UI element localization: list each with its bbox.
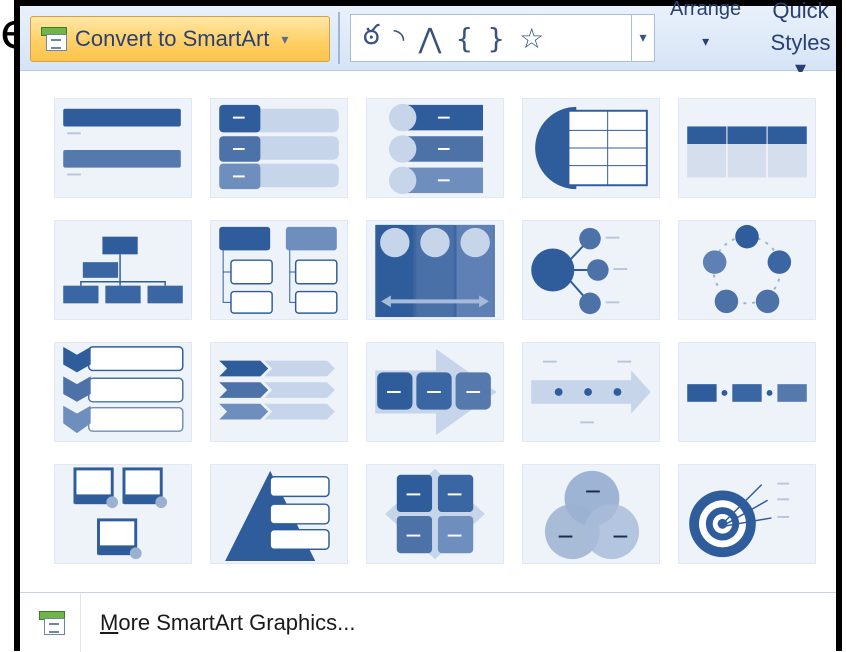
gallery-item-vertical-chevron-list[interactable]: [54, 342, 192, 442]
gallery-item-circle-arrow-table[interactable]: [522, 98, 660, 198]
gallery-item-chevron-list[interactable]: [210, 342, 348, 442]
smartart-gallery: [20, 72, 836, 592]
freeform-shape-icon[interactable]: ఠ: [363, 18, 380, 58]
ribbon-toolbar: Convert to SmartArt ▾ ఠ ◝ ⋀ { } ☆ ▾ Arra…: [20, 0, 836, 81]
left-brace-shape-icon[interactable]: {: [455, 22, 473, 55]
arrange-button[interactable]: Arrange ▾: [670, 0, 741, 52]
footer-divider: [80, 593, 81, 652]
gallery-item-basic-process[interactable]: [678, 342, 816, 442]
gallery-item-timeline-arrow[interactable]: [522, 342, 660, 442]
more-smartart-graphics-link[interactable]: More SmartArt Graphics...: [100, 610, 356, 636]
gallery-item-vertical-bullet-list[interactable]: [210, 98, 348, 198]
arrange-caret-icon: ▾: [702, 33, 710, 49]
wedge-shape-icon[interactable]: ⋀: [418, 22, 441, 55]
gallery-item-vertical-circle-list[interactable]: [366, 98, 504, 198]
shapes-gallery[interactable]: ఠ ◝ ⋀ { } ☆ ▾: [350, 14, 655, 62]
gallery-item-process-arrows[interactable]: [366, 342, 504, 442]
gallery-item-basic-venn[interactable]: [522, 464, 660, 564]
arrange-label: Arrange: [670, 0, 742, 20]
smartart-icon: [39, 610, 65, 635]
gallery-item-radial-list[interactable]: [522, 220, 660, 320]
more-smartart-footer[interactable]: More SmartArt Graphics...: [20, 592, 836, 652]
shapes-more-button[interactable]: ▾: [631, 15, 654, 61]
gallery-item-hierarchy-list[interactable]: [210, 220, 348, 320]
gallery-item-organization-chart[interactable]: [54, 220, 192, 320]
gallery-item-basic-cycle[interactable]: [678, 220, 816, 320]
ribbon-separator: [338, 12, 340, 64]
gallery-item-picture-blocks[interactable]: [54, 464, 192, 564]
quick-label: Quick: [772, 0, 829, 23]
footer-icon-wrap: [20, 610, 84, 635]
star-shape-icon[interactable]: ☆: [519, 22, 544, 55]
gallery-item-picture-column-process[interactable]: [366, 220, 504, 320]
right-brace-shape-icon[interactable]: }: [487, 22, 505, 55]
gallery-item-matrix-grid[interactable]: [366, 464, 504, 564]
arc-shape-icon[interactable]: ◝: [394, 22, 405, 55]
convert-to-smartart-button[interactable]: Convert to SmartArt ▾: [30, 16, 330, 62]
gallery-item-basic-block-list[interactable]: [54, 98, 192, 198]
chevron-down-icon: ▾: [281, 30, 289, 47]
smartart-icon: [41, 27, 67, 51]
gallery-item-table-list[interactable]: [678, 98, 816, 198]
more-label-text: ore SmartArt Graphics...: [118, 609, 356, 635]
quick-styles-button[interactable]: Quick Styles ▾: [765, 0, 836, 82]
gallery-item-target-list[interactable]: [678, 464, 816, 564]
gallery-item-pyramid-list[interactable]: [210, 464, 348, 564]
convert-button-label: Convert to SmartArt: [75, 26, 270, 51]
mnemonic-letter: M: [100, 609, 119, 635]
